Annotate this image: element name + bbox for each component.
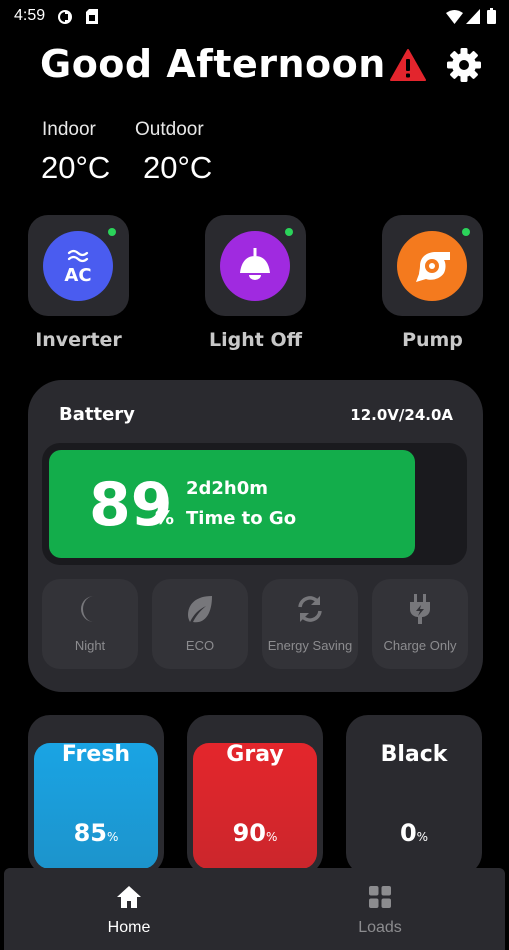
warning-triangle-icon[interactable]	[390, 48, 426, 82]
tank-black-card[interactable]: Black 0%	[346, 715, 482, 875]
mode-energy-saving-button[interactable]: Energy Saving	[262, 579, 358, 669]
greeting-title: Good Afternoon	[40, 42, 386, 86]
tank-black-number: 0	[399, 819, 417, 847]
indoor-temperature: 20°C	[41, 150, 111, 185]
home-icon	[117, 886, 141, 908]
mode-eco-button[interactable]: ECO	[152, 579, 248, 669]
battery-voltage-current: 12.0V/24.0A	[350, 406, 453, 424]
battery-status-icon	[487, 8, 496, 24]
device-pump-label: Pump	[402, 329, 463, 351]
status-time: 4:59	[14, 7, 46, 24]
mode-energy-saving-label: Energy Saving	[267, 638, 353, 653]
mode-charge-only-label: Charge Only	[383, 638, 457, 653]
lamp-icon	[240, 248, 270, 280]
tank-gray-card[interactable]: Gray 90%	[187, 715, 323, 875]
tank-fresh-name: Fresh	[61, 742, 131, 767]
vpn-icon	[58, 10, 72, 24]
device-light-status-dot	[285, 228, 293, 236]
tank-black-value: 0%	[346, 819, 482, 847]
grid-icon	[369, 886, 391, 908]
tank-fresh-card[interactable]: Fresh 85%	[28, 715, 164, 875]
tank-fresh-unit: %	[107, 830, 119, 844]
sim-card-icon	[86, 9, 98, 24]
device-light-button[interactable]	[205, 215, 306, 316]
device-pump-status-dot	[462, 228, 470, 236]
ac-icon: AC	[64, 249, 92, 285]
battery-title: Battery	[59, 404, 135, 425]
indoor-label: Indoor	[42, 119, 96, 140]
bottom-navigation: Home Loads	[4, 868, 505, 950]
device-inverter-label: Inverter	[35, 329, 122, 351]
tank-fresh-value: 85%	[28, 819, 164, 847]
outdoor-label: Outdoor	[135, 119, 204, 140]
device-inverter-button[interactable]: AC	[28, 215, 129, 316]
mode-night-button[interactable]: Night	[42, 579, 138, 669]
pump-icon	[416, 252, 450, 282]
tank-black-name: Black	[380, 742, 448, 767]
ac-icon-text: AC	[64, 265, 91, 285]
battery-level-fill: 89 % 2d2h0m Time to Go	[49, 450, 415, 558]
tank-gray-name: Gray	[226, 742, 284, 767]
tank-gray-unit: %	[266, 830, 278, 844]
tank-fresh-number: 85	[73, 819, 107, 847]
battery-level-track: 89 % 2d2h0m Time to Go	[42, 443, 467, 565]
device-inverter-circle: AC	[43, 231, 113, 301]
battery-percent: 89	[89, 470, 173, 540]
nav-home-label: Home	[107, 919, 151, 936]
device-pump-button[interactable]	[382, 215, 483, 316]
tank-gray-number: 90	[232, 819, 266, 847]
refresh-icon	[298, 596, 322, 622]
gear-icon[interactable]	[446, 48, 482, 82]
cellular-signal-icon	[466, 9, 480, 24]
nav-home-tab[interactable]: Home	[4, 868, 254, 950]
device-light-circle	[220, 231, 290, 301]
mode-charge-only-button[interactable]: Charge Only	[372, 579, 468, 669]
battery-time-remaining: 2d2h0m	[186, 478, 269, 499]
status-bar: 4:59	[0, 0, 509, 34]
wifi-icon	[446, 10, 463, 24]
tank-black-unit: %	[416, 830, 429, 844]
nav-loads-tab[interactable]: Loads	[255, 868, 505, 950]
mode-night-label: Night	[74, 638, 106, 653]
moon-icon	[81, 596, 94, 622]
mode-eco-label: ECO	[185, 638, 215, 653]
outdoor-temperature: 20°C	[143, 150, 213, 185]
device-inverter-status-dot	[108, 228, 116, 236]
plug-icon	[410, 594, 430, 624]
battery-time-label: Time to Go	[186, 508, 297, 529]
nav-loads-label: Loads	[358, 919, 402, 936]
battery-card: Battery 12.0V/24.0A 89 % 2d2h0m Time to …	[28, 380, 483, 692]
battery-percent-sign: %	[155, 507, 175, 529]
device-pump-circle	[397, 231, 467, 301]
tank-gray-value: 90%	[187, 819, 323, 847]
leaf-icon	[188, 596, 212, 623]
device-light-label: Light Off	[209, 329, 302, 351]
